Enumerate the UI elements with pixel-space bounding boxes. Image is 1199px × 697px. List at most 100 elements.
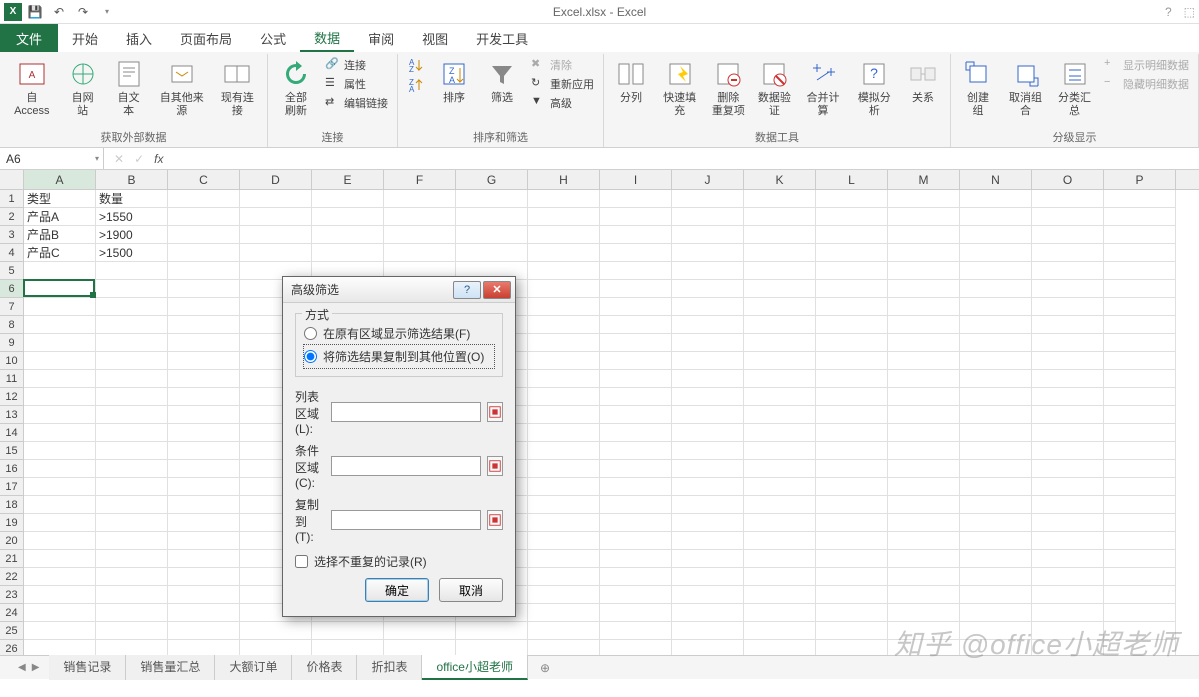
cell[interactable] bbox=[672, 514, 744, 532]
cell[interactable] bbox=[888, 496, 960, 514]
cell[interactable] bbox=[1032, 586, 1104, 604]
cell[interactable] bbox=[24, 460, 96, 478]
cell[interactable] bbox=[24, 316, 96, 334]
cell[interactable] bbox=[600, 298, 672, 316]
cell[interactable] bbox=[168, 496, 240, 514]
cell[interactable] bbox=[168, 478, 240, 496]
radio-copy-input[interactable] bbox=[304, 350, 317, 363]
cell[interactable] bbox=[1104, 334, 1176, 352]
cell[interactable] bbox=[816, 370, 888, 388]
cell[interactable] bbox=[816, 460, 888, 478]
relationships-button[interactable]: 关系 bbox=[902, 56, 944, 107]
cell[interactable] bbox=[600, 424, 672, 442]
sheet-tab[interactable]: 折扣表 bbox=[357, 655, 422, 680]
sheet-tab[interactable]: 销售量汇总 bbox=[126, 655, 215, 680]
tab-home[interactable]: 开始 bbox=[58, 24, 112, 52]
cell[interactable] bbox=[744, 478, 816, 496]
cell[interactable] bbox=[816, 406, 888, 424]
cell[interactable] bbox=[168, 316, 240, 334]
cell[interactable] bbox=[528, 262, 600, 280]
row-header[interactable]: 15 bbox=[0, 442, 24, 460]
row-header[interactable]: 14 bbox=[0, 424, 24, 442]
cell[interactable] bbox=[168, 280, 240, 298]
cell[interactable] bbox=[600, 334, 672, 352]
cell[interactable] bbox=[1032, 406, 1104, 424]
cell[interactable] bbox=[1032, 226, 1104, 244]
unique-checkbox[interactable] bbox=[295, 555, 308, 568]
cell[interactable] bbox=[672, 460, 744, 478]
cell[interactable] bbox=[600, 316, 672, 334]
cell[interactable] bbox=[168, 460, 240, 478]
cell[interactable] bbox=[1032, 514, 1104, 532]
cell[interactable] bbox=[96, 280, 168, 298]
cell[interactable] bbox=[1104, 568, 1176, 586]
cell[interactable] bbox=[600, 514, 672, 532]
cell[interactable] bbox=[528, 406, 600, 424]
column-header[interactable]: J bbox=[672, 170, 744, 189]
cell[interactable] bbox=[1104, 550, 1176, 568]
cell[interactable] bbox=[1032, 442, 1104, 460]
what-if-button[interactable]: ?模拟分析 bbox=[851, 56, 898, 120]
cancel-formula-icon[interactable]: ✕ bbox=[114, 152, 124, 166]
cell[interactable] bbox=[600, 226, 672, 244]
cancel-button[interactable]: 取消 bbox=[439, 578, 503, 602]
sheet-nav-next-icon[interactable]: ▶ bbox=[32, 662, 40, 673]
cell[interactable] bbox=[96, 622, 168, 640]
cell[interactable] bbox=[600, 568, 672, 586]
cell[interactable] bbox=[960, 496, 1032, 514]
cell[interactable] bbox=[1032, 280, 1104, 298]
cell[interactable] bbox=[744, 532, 816, 550]
cell[interactable] bbox=[24, 622, 96, 640]
cell[interactable] bbox=[744, 514, 816, 532]
column-header[interactable]: H bbox=[528, 170, 600, 189]
cell[interactable] bbox=[24, 568, 96, 586]
consolidate-button[interactable]: 合并计算 bbox=[799, 56, 846, 120]
cell[interactable] bbox=[744, 622, 816, 640]
cell[interactable] bbox=[816, 298, 888, 316]
cell[interactable] bbox=[744, 316, 816, 334]
cell[interactable] bbox=[96, 316, 168, 334]
cell[interactable] bbox=[888, 370, 960, 388]
cell[interactable] bbox=[384, 226, 456, 244]
cell[interactable] bbox=[1104, 478, 1176, 496]
cell[interactable] bbox=[168, 388, 240, 406]
cell[interactable] bbox=[24, 388, 96, 406]
cell[interactable] bbox=[960, 406, 1032, 424]
cell[interactable] bbox=[744, 262, 816, 280]
clear-filter-button[interactable]: ✖清除 bbox=[528, 56, 597, 74]
cell[interactable] bbox=[600, 604, 672, 622]
cell[interactable] bbox=[24, 532, 96, 550]
dialog-titlebar[interactable]: 高级筛选 ? ✕ bbox=[283, 277, 515, 303]
cell[interactable] bbox=[1104, 514, 1176, 532]
row-header[interactable]: 5 bbox=[0, 262, 24, 280]
cell[interactable] bbox=[1032, 208, 1104, 226]
cell[interactable] bbox=[528, 352, 600, 370]
column-header[interactable]: N bbox=[960, 170, 1032, 189]
cell[interactable] bbox=[168, 532, 240, 550]
cell[interactable] bbox=[96, 532, 168, 550]
cell[interactable] bbox=[960, 460, 1032, 478]
help-icon[interactable]: ? bbox=[1165, 5, 1172, 19]
cell[interactable] bbox=[744, 442, 816, 460]
row-header[interactable]: 7 bbox=[0, 298, 24, 316]
cell[interactable] bbox=[816, 424, 888, 442]
cell[interactable] bbox=[672, 352, 744, 370]
refresh-all-button[interactable]: 全部刷新 bbox=[274, 56, 318, 120]
cell[interactable] bbox=[528, 190, 600, 208]
cell[interactable] bbox=[888, 550, 960, 568]
cell[interactable] bbox=[1032, 424, 1104, 442]
cell[interactable] bbox=[672, 190, 744, 208]
cell[interactable] bbox=[240, 208, 312, 226]
cell[interactable] bbox=[816, 352, 888, 370]
cell[interactable] bbox=[888, 478, 960, 496]
cell[interactable] bbox=[168, 514, 240, 532]
properties-button[interactable]: ☰属性 bbox=[322, 75, 391, 93]
cell[interactable] bbox=[672, 262, 744, 280]
cell[interactable] bbox=[600, 280, 672, 298]
cell[interactable] bbox=[960, 424, 1032, 442]
cell[interactable] bbox=[744, 370, 816, 388]
cell[interactable] bbox=[960, 514, 1032, 532]
column-header[interactable]: L bbox=[816, 170, 888, 189]
flash-fill-button[interactable]: 快速填充 bbox=[656, 56, 703, 120]
cell[interactable] bbox=[816, 586, 888, 604]
